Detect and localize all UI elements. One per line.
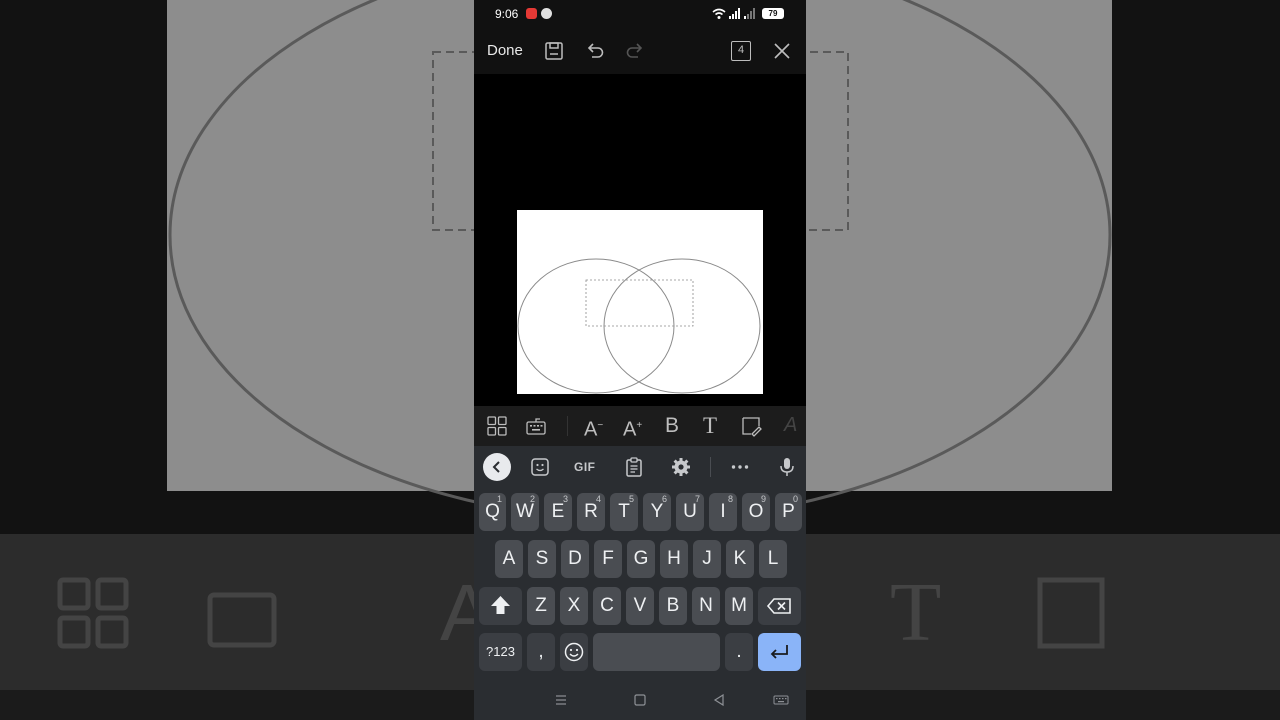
- back-nav-icon[interactable]: [711, 692, 727, 708]
- key-d[interactable]: D: [561, 540, 589, 578]
- sync-notification-icon: [541, 8, 552, 19]
- gear-icon[interactable]: [669, 455, 693, 479]
- sticker-icon[interactable]: [528, 455, 552, 479]
- keyboard: Q1 W2 E3 R4 T5 Y6 U7 I8 O9 P0 A S D F G …: [474, 488, 806, 680]
- period-key[interactable]: .: [725, 633, 753, 671]
- key-u[interactable]: U7: [676, 493, 704, 531]
- status-time: 9:06: [495, 7, 519, 21]
- key-y[interactable]: Y6: [643, 493, 671, 531]
- gif-button[interactable]: GIF: [574, 460, 596, 474]
- keyboard-suggestion-bar: GIF: [474, 446, 806, 488]
- text-box-placeholder: [585, 279, 694, 327]
- key-v[interactable]: V: [626, 587, 654, 625]
- bold-icon[interactable]: B: [665, 414, 689, 438]
- symbols-key[interactable]: ?123: [479, 633, 522, 671]
- key-q[interactable]: Q1: [479, 493, 506, 531]
- backspace-icon: [766, 598, 791, 614]
- suggest-divider: [710, 457, 711, 477]
- toolbar-divider: [567, 416, 568, 436]
- emoji-key[interactable]: [560, 633, 588, 671]
- key-e[interactable]: E3: [544, 493, 572, 531]
- menu-nav-icon[interactable]: [553, 692, 569, 708]
- svg-text:T: T: [890, 566, 941, 659]
- key-t[interactable]: T5: [610, 493, 638, 531]
- key-b[interactable]: B: [659, 587, 687, 625]
- redo-icon[interactable]: [623, 39, 647, 63]
- emoji-icon: [564, 642, 584, 662]
- slide[interactable]: [517, 210, 763, 394]
- save-icon[interactable]: [542, 39, 566, 63]
- key-l[interactable]: L: [759, 540, 787, 578]
- key-f[interactable]: F: [594, 540, 622, 578]
- key-o[interactable]: O9: [742, 493, 770, 531]
- microphone-icon[interactable]: [775, 455, 799, 479]
- key-n[interactable]: N: [692, 587, 720, 625]
- key-c[interactable]: C: [593, 587, 621, 625]
- enter-key[interactable]: [758, 633, 801, 671]
- done-button[interactable]: Done: [487, 42, 523, 59]
- enter-icon: [770, 645, 788, 659]
- font-icon[interactable]: T: [703, 414, 727, 438]
- format-toolbar: A− A+ B T A: [474, 406, 806, 446]
- status-icons: 79: [712, 6, 784, 22]
- key-j[interactable]: J: [693, 540, 721, 578]
- font-size-decrease-icon[interactable]: A−: [584, 414, 608, 441]
- app-notification-icon: [526, 8, 537, 19]
- venn-diagram[interactable]: [517, 210, 763, 394]
- shift-icon: [491, 596, 510, 614]
- key-m[interactable]: M: [725, 587, 753, 625]
- signal-icon: [729, 8, 740, 19]
- keyboard-icon[interactable]: [524, 414, 548, 438]
- key-r[interactable]: R4: [577, 493, 605, 531]
- shift-key[interactable]: [479, 587, 522, 625]
- key-w[interactable]: W2: [511, 493, 539, 531]
- battery-icon: 79: [762, 8, 784, 19]
- key-a[interactable]: A: [495, 540, 523, 578]
- chevron-left-icon: [492, 461, 500, 473]
- highlight-icon[interactable]: [739, 414, 763, 438]
- more-icon[interactable]: [728, 455, 752, 479]
- home-nav-icon[interactable]: [632, 692, 648, 708]
- key-i[interactable]: I8: [709, 493, 737, 531]
- layout-icon[interactable]: [485, 414, 509, 438]
- key-z[interactable]: Z: [527, 587, 555, 625]
- comma-key[interactable]: ,: [527, 633, 555, 671]
- page-count-icon[interactable]: 4: [731, 41, 751, 61]
- close-icon[interactable]: [770, 39, 794, 63]
- system-nav-bar: [474, 680, 806, 720]
- key-p[interactable]: P0: [775, 493, 802, 531]
- backspace-key[interactable]: [758, 587, 801, 625]
- key-g[interactable]: G: [627, 540, 655, 578]
- screen: T A 9:06 79 Done 4 A− A+ B T A GIF Q 1 W…: [0, 0, 1280, 720]
- font-size-increase-icon[interactable]: A+: [623, 414, 647, 441]
- more-format-icon[interactable]: A: [784, 414, 797, 437]
- keyboard-switch-icon[interactable]: [773, 692, 789, 708]
- collapse-toolbar-button[interactable]: [483, 453, 511, 481]
- signal-2-icon: [744, 8, 755, 19]
- phone-screen: 9:06 79 Done 4 A− A+ B T A GIF Q 1 W 2 E…: [474, 0, 806, 720]
- key-s[interactable]: S: [528, 540, 556, 578]
- status-bar: 9:06 79: [474, 0, 806, 28]
- clipboard-icon[interactable]: [622, 455, 646, 479]
- key-h[interactable]: H: [660, 540, 688, 578]
- key-k[interactable]: K: [726, 540, 754, 578]
- wifi-icon: [712, 8, 726, 19]
- space-bar[interactable]: [593, 633, 720, 671]
- editor-top-bar: Done 4: [474, 28, 806, 74]
- slide-canvas[interactable]: [474, 74, 806, 406]
- undo-icon[interactable]: [583, 39, 607, 63]
- key-x[interactable]: X: [560, 587, 588, 625]
